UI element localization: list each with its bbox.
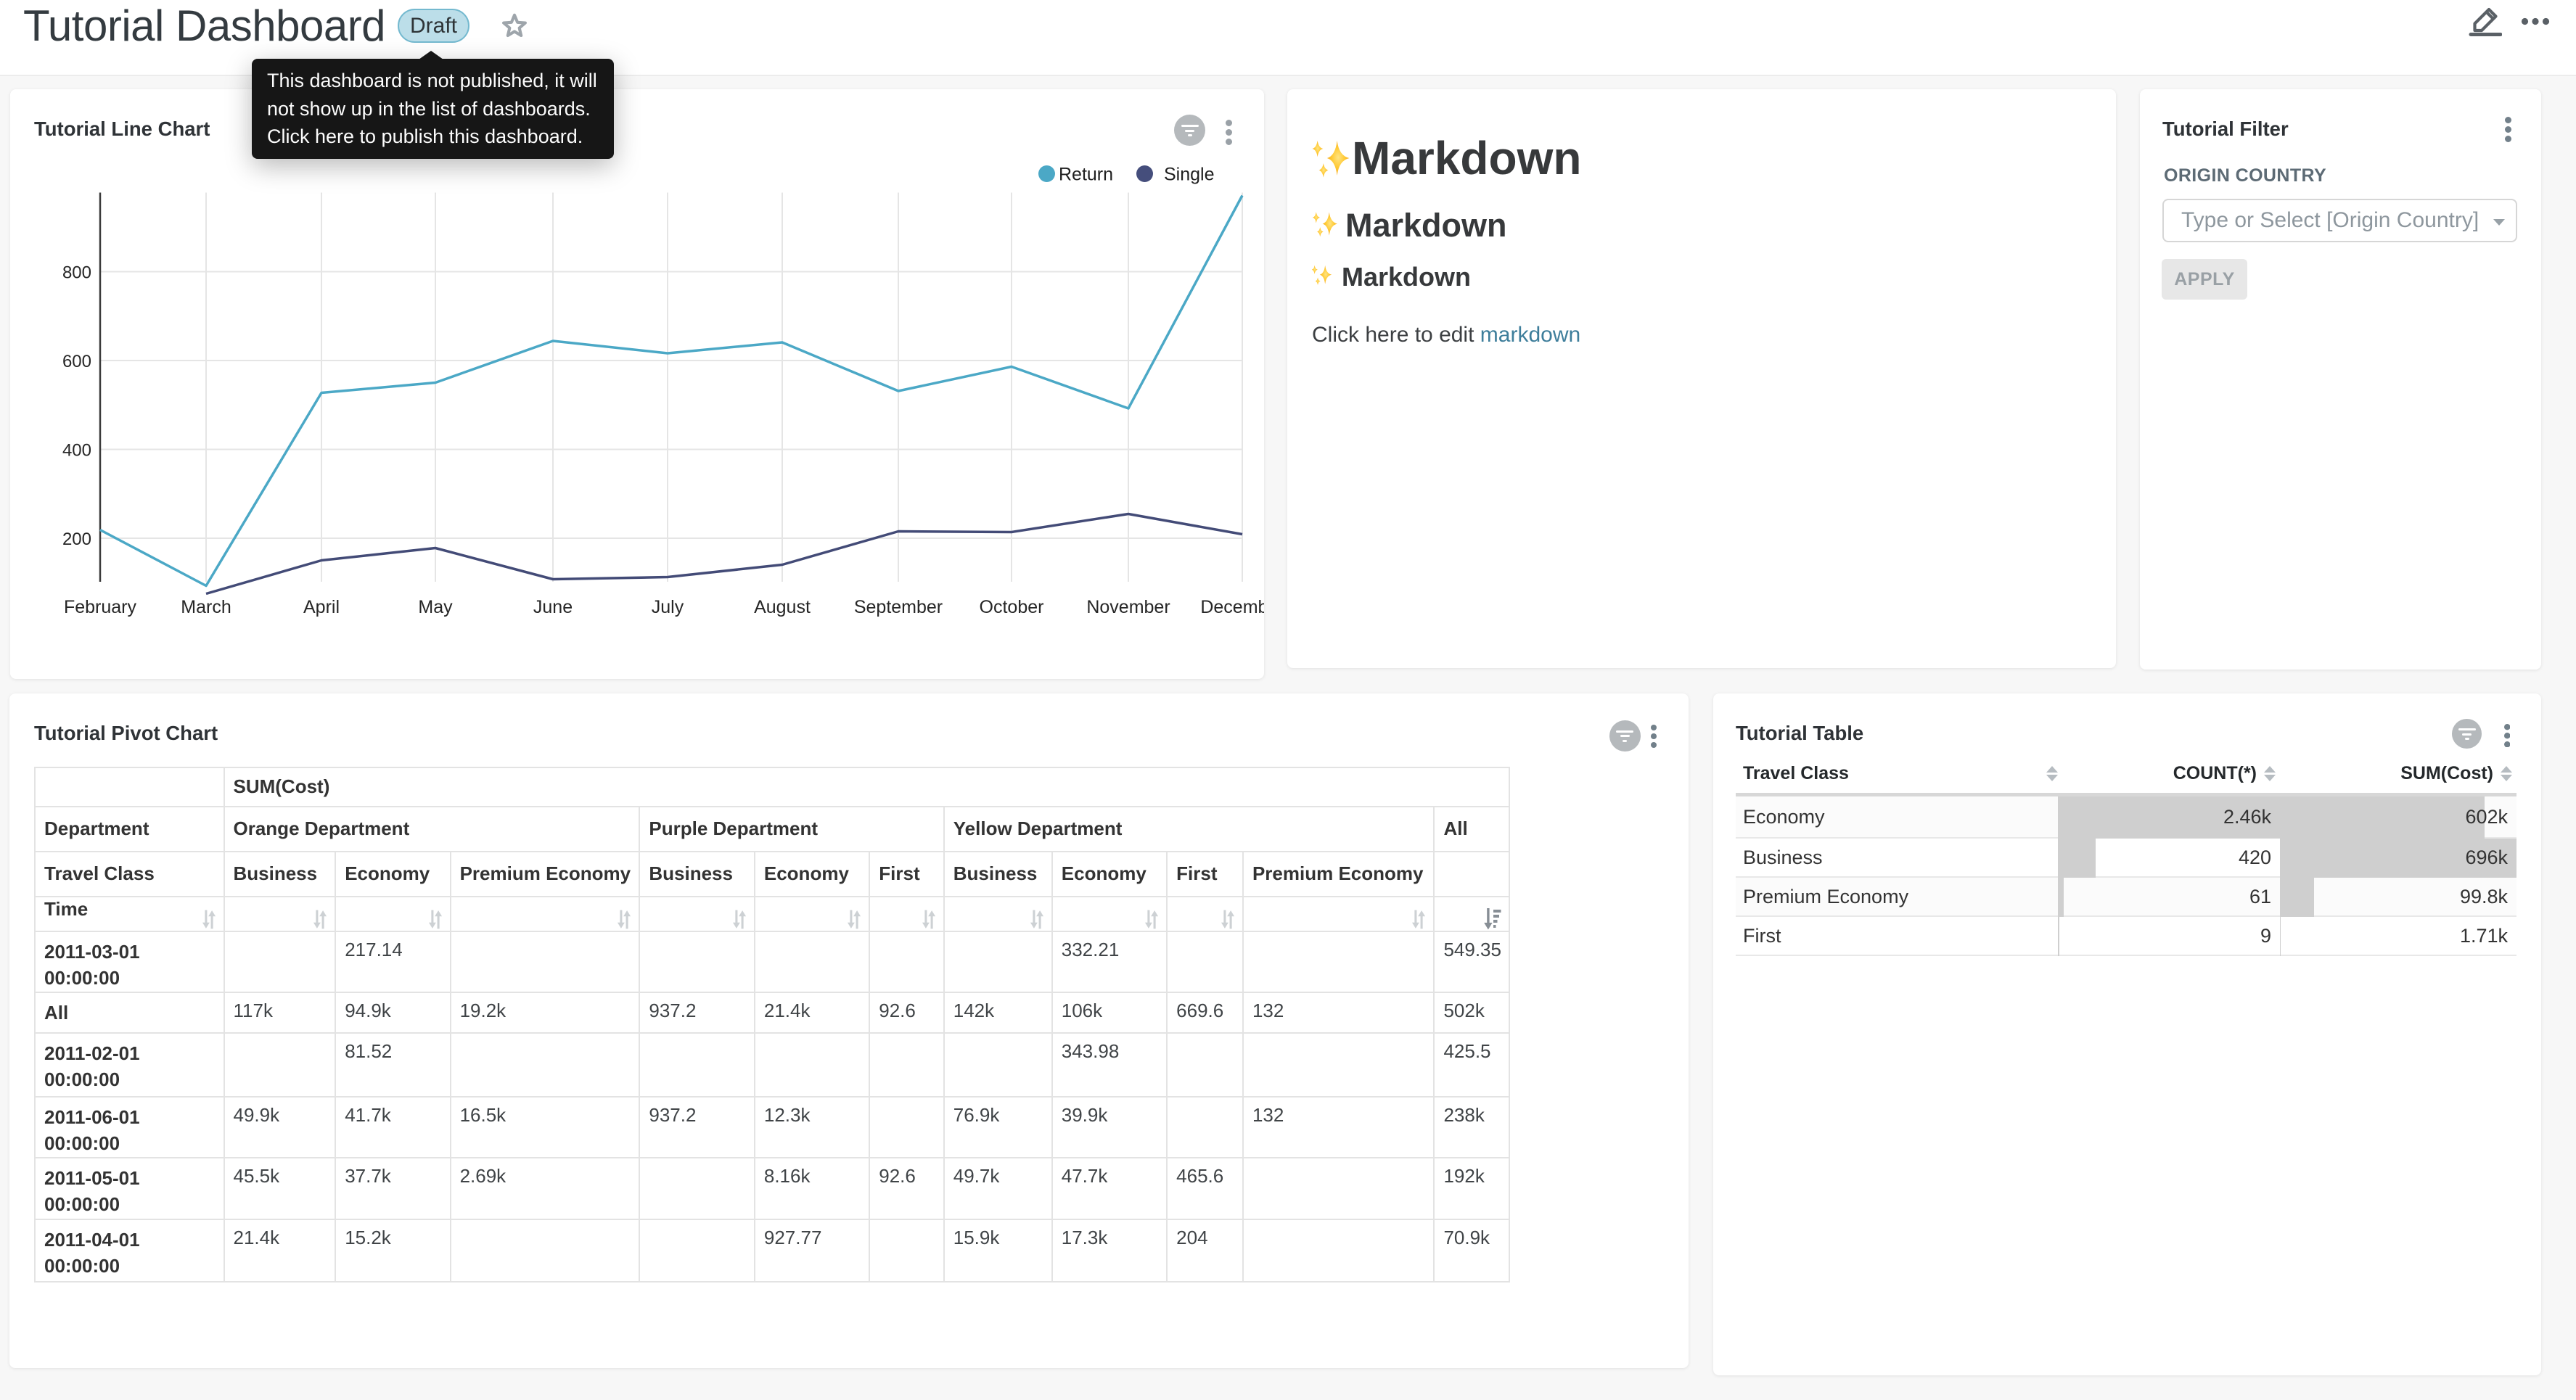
svg-text:May: May	[418, 597, 453, 617]
svg-text:400: 400	[62, 441, 91, 461]
svg-text:800: 800	[62, 263, 91, 283]
svg-text:October: October	[980, 597, 1044, 617]
svg-text:July: July	[652, 597, 684, 617]
svg-text:March: March	[181, 597, 231, 617]
svg-text:April: April	[303, 597, 340, 617]
svg-text:Single: Single	[1164, 165, 1215, 185]
svg-text:June: June	[533, 597, 573, 617]
svg-text:600: 600	[62, 352, 91, 371]
svg-text:August: August	[754, 597, 811, 617]
svg-text:November: November	[1086, 597, 1170, 617]
svg-text:200: 200	[62, 530, 91, 549]
svg-text:Return: Return	[1059, 165, 1113, 185]
svg-text:December: December	[1200, 597, 1264, 617]
svg-text:February: February	[64, 597, 137, 617]
svg-text:September: September	[854, 597, 943, 617]
